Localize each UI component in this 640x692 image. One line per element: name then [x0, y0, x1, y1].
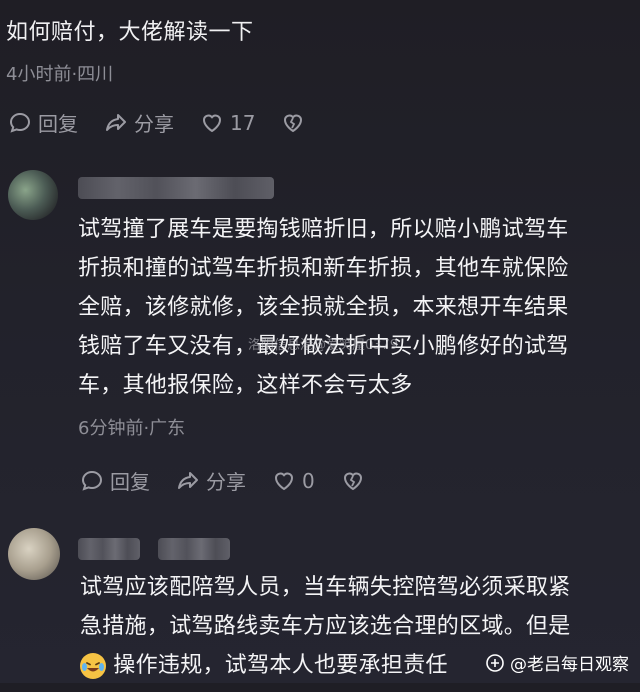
heart-icon [202, 114, 222, 132]
comment-1-line: 车，其他报保险，这样不会亏太多 [78, 373, 413, 398]
username-blurred[interactable] [78, 177, 274, 199]
username-blurred[interactable] [158, 538, 230, 560]
comment-icon [81, 470, 103, 491]
username-blurred[interactable] [78, 538, 140, 560]
comment-1-text: 试驾撞了展车是要掏钱赔折旧，所以赔小鹏试驾车 折损和撞的试驾车折损和新车折损，其… [78, 210, 628, 405]
comment-2-line-text: 操作违规，试驾本人也要承担责任 [113, 653, 448, 678]
dislike-button[interactable] [281, 111, 305, 135]
reply-button[interactable]: 回复 [8, 108, 78, 137]
like-button[interactable]: 0 [272, 469, 315, 493]
share-label: 分享 [134, 112, 174, 136]
comment-icon [9, 112, 31, 133]
top-comment-actions: 回复 分享 17 [8, 108, 331, 137]
laughing-crying-emoji [80, 653, 106, 679]
comment-2-line: 急措施，试驾路线卖车方应该选合理的区域。但是 [80, 614, 571, 639]
reply-label: 回复 [110, 470, 150, 494]
watermark-text: @老吕每日观察 [510, 655, 629, 675]
share-button[interactable]: 分享 [176, 466, 246, 495]
comment-1-line: 试驾撞了展车是要掏钱赔折旧，所以赔小鹏试驾车 [78, 217, 569, 242]
comment-1-actions: 回复 分享 0 [80, 466, 391, 495]
share-icon [106, 113, 126, 131]
reply-button[interactable]: 回复 [80, 466, 150, 495]
source-watermark: @老吕每日观察 [486, 650, 629, 675]
broken-heart-icon [343, 472, 362, 490]
avatar[interactable] [8, 528, 60, 580]
like-count: 17 [230, 110, 256, 135]
avatar[interactable] [8, 170, 58, 220]
dislike-button[interactable] [341, 469, 365, 493]
like-count: 0 [302, 468, 315, 493]
comment-2-line: 试驾应该配陪驾人员，当车辆失控陪驾必须采取紧 [80, 575, 571, 600]
logo-icon [486, 653, 504, 672]
comment-1-line: 全赔，该修就修，该全损就全损，本来想开车结果 [78, 295, 569, 320]
comment-1-line: 折损和撞的试驾车折损和新车折损，其他车就保险 [78, 256, 569, 281]
share-button[interactable]: 分享 [104, 108, 174, 137]
top-comment-text: 如何赔付，大佬解读一下 [6, 20, 254, 45]
reply-label: 回复 [38, 112, 78, 136]
broken-heart-icon [284, 114, 303, 132]
watermark: 洛阳信息港@爱笑屋0379 [248, 338, 399, 353]
heart-icon [274, 472, 294, 490]
share-icon [178, 471, 198, 489]
like-button[interactable]: 17 [200, 111, 255, 135]
share-label: 分享 [206, 470, 246, 494]
comment-1-meta: 6分钟前·广东 [78, 418, 186, 439]
laughing-crying-icon [81, 654, 105, 678]
top-comment-meta: 4小时前·四川 [6, 64, 114, 85]
